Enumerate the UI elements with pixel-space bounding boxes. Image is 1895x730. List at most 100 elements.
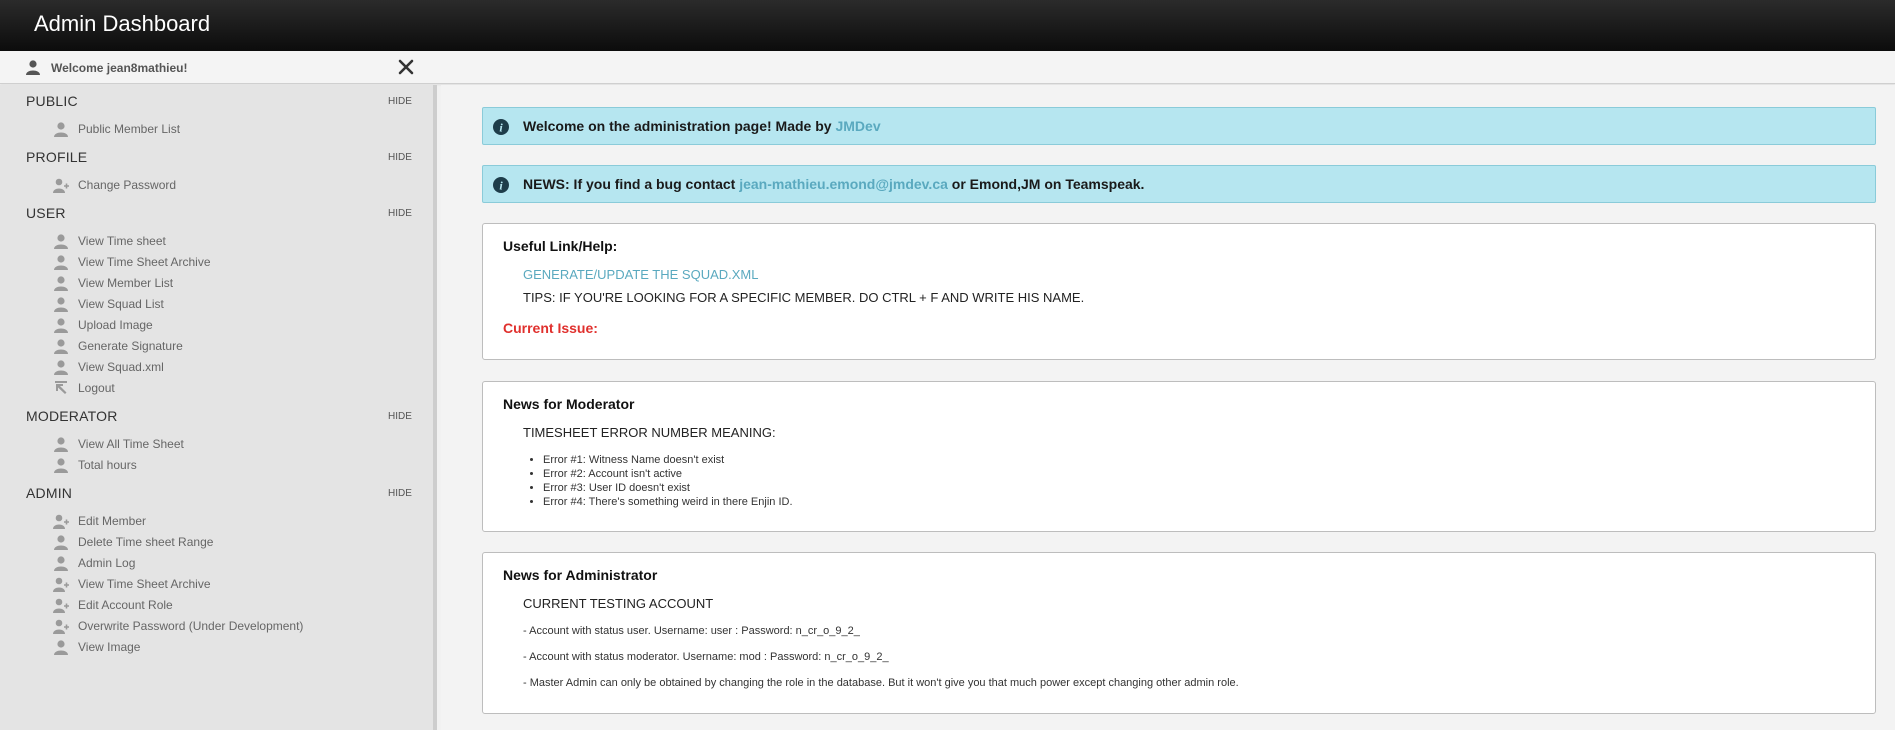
section-public-title: PUBLIC — [26, 93, 78, 109]
user-icon — [26, 60, 40, 75]
user-icon — [54, 458, 68, 473]
sidebar-item-label: View Image — [78, 640, 141, 654]
sidebar-item-label: Delete Time sheet Range — [78, 535, 214, 549]
sidebar-item-admin-log[interactable]: Admin Log — [53, 554, 135, 572]
section-admin-title: ADMIN — [26, 485, 73, 501]
testing-account-subtitle: CURRENT TESTING ACCOUNT — [523, 596, 714, 611]
hide-moderator-link[interactable]: HIDE — [388, 411, 412, 422]
error-item: Error #2: Account isn't active — [543, 467, 793, 481]
close-sidebar-icon[interactable] — [395, 56, 417, 78]
error-list: Error #1: Witness Name doesn't exist Err… — [543, 453, 793, 509]
sidebar-item-label: View Member List — [78, 276, 174, 290]
hide-user-link[interactable]: HIDE — [388, 208, 412, 219]
sidebar-item-label: View Squad List — [78, 297, 164, 311]
user-edit-icon — [53, 514, 69, 529]
user-icon — [54, 318, 68, 333]
sidebar-item-view-squad-list[interactable]: View Squad List — [53, 295, 164, 313]
sidebar-item-view-all-time-sheet[interactable]: View All Time Sheet — [53, 435, 184, 453]
sidebar-item-change-password[interactable]: Change Password — [53, 176, 176, 194]
administrator-news-card: News for Administrator CURRENT TESTING A… — [482, 552, 1876, 714]
user-bar: Welcome jean8mathieu! — [0, 51, 1895, 84]
welcome-alert: i Welcome on the administration page! Ma… — [482, 107, 1876, 145]
timesheet-error-subtitle: TIMESHEET ERROR NUMBER MEANING: — [523, 425, 776, 440]
news-alert-suffix: or Emond,JM on Teamspeak. — [947, 176, 1145, 192]
user-icon — [54, 437, 68, 452]
sidebar-item-label: Public Member List — [78, 122, 181, 136]
sidebar-item-label: View Time Sheet Archive — [78, 577, 211, 591]
sidebar-item-edit-account-role[interactable]: Edit Account Role — [53, 596, 173, 614]
testing-account-line: - Account with status moderator. Usernam… — [523, 651, 889, 663]
testing-account-line: - Account with status user. Username: us… — [523, 625, 860, 637]
sidebar-item-view-image[interactable]: View Image — [53, 638, 140, 656]
app-title: Admin Dashboard — [34, 11, 211, 36]
section-user-title: USER — [26, 205, 66, 221]
sidebar-item-label: Upload Image — [78, 318, 153, 332]
news-alert: i NEWS: If you find a bug contact jean-m… — [482, 165, 1876, 203]
sidebar-item-label: Overwrite Password (Under Development) — [78, 619, 304, 633]
error-item: Error #3: User ID doesn't exist — [543, 481, 793, 495]
user-icon — [54, 339, 68, 354]
jmdev-link[interactable]: JMDev — [835, 118, 880, 134]
welcome-alert-message: Welcome on the administration page! Made… — [523, 118, 836, 134]
sidebar-item-label: View Squad.xml — [78, 360, 164, 374]
info-icon: i — [493, 177, 509, 193]
contact-email-link[interactable]: jean-mathieu.emond@jmdev.ca — [739, 176, 948, 192]
user-icon — [54, 556, 68, 571]
sidebar-item-overwrite-password[interactable]: Overwrite Password (Under Development) — [53, 617, 303, 635]
sidebar-item-generate-signature[interactable]: Generate Signature — [53, 337, 183, 355]
sidebar-item-label: Total hours — [78, 458, 137, 472]
user-icon — [54, 234, 68, 249]
current-issue-label: Current Issue: — [503, 320, 598, 336]
administrator-card-title: News for Administrator — [503, 567, 658, 583]
sidebar-item-admin-time-sheet-archive[interactable]: View Time Sheet Archive — [53, 575, 211, 593]
hide-admin-link[interactable]: HIDE — [388, 488, 412, 499]
error-item: Error #4: There's something weird in the… — [543, 495, 793, 509]
sidebar-item-total-hours[interactable]: Total hours — [53, 456, 137, 474]
sidebar-item-view-squad-xml[interactable]: View Squad.xml — [53, 358, 164, 376]
user-edit-icon — [53, 577, 69, 592]
generate-squad-xml-link[interactable]: GENERATE/UPDATE THE SQUAD.XML — [523, 267, 759, 282]
welcome-text: Welcome jean8mathieu! — [51, 61, 188, 75]
hide-public-link[interactable]: HIDE — [388, 96, 412, 107]
error-item: Error #1: Witness Name doesn't exist — [543, 453, 793, 467]
user-icon — [54, 360, 68, 375]
user-icon — [54, 297, 68, 312]
hide-profile-link[interactable]: HIDE — [388, 152, 412, 163]
sidebar-item-view-member-list[interactable]: View Member List — [53, 274, 173, 292]
top-bar: Admin Dashboard — [0, 0, 1895, 51]
useful-links-card: Useful Link/Help: GENERATE/UPDATE THE SQ… — [482, 223, 1876, 360]
moderator-card-title: News for Moderator — [503, 396, 635, 412]
sidebar-item-label: Change Password — [78, 178, 177, 192]
sidebar-item-label: Generate Signature — [78, 339, 183, 353]
user-icon — [54, 535, 68, 550]
user-edit-icon — [53, 619, 69, 634]
sidebar-item-label: View Time Sheet Archive — [78, 255, 211, 269]
sidebar: PUBLIC HIDE Public Member List PROFILE H… — [0, 85, 437, 730]
sidebar-item-label: View All Time Sheet — [78, 437, 184, 451]
user-icon — [54, 640, 68, 655]
user-icon — [54, 255, 68, 270]
sidebar-item-logout[interactable]: Logout — [53, 379, 115, 397]
sidebar-item-label: Edit Account Role — [78, 598, 173, 612]
user-icon — [54, 122, 68, 137]
section-profile-title: PROFILE — [26, 149, 88, 165]
useful-card-title: Useful Link/Help: — [503, 238, 618, 254]
news-alert-text: NEWS: If you find a bug contact jean-mat… — [523, 176, 1144, 192]
sidebar-item-upload-image[interactable]: Upload Image — [53, 316, 153, 334]
sidebar-item-label: Admin Log — [78, 556, 136, 570]
sidebar-item-public-member-list[interactable]: Public Member List — [53, 120, 180, 138]
moderator-news-card: News for Moderator TIMESHEET ERROR NUMBE… — [482, 381, 1876, 532]
sidebar-item-label: Logout — [78, 381, 115, 395]
tips-text: TIPS: IF YOU'RE LOOKING FOR A SPECIFIC M… — [523, 290, 1085, 305]
info-icon: i — [493, 119, 509, 135]
welcome-alert-text: Welcome on the administration page! Made… — [523, 118, 881, 134]
sidebar-item-label: Edit Member — [78, 514, 147, 528]
sidebar-item-view-time-sheet-archive[interactable]: View Time Sheet Archive — [53, 253, 211, 271]
user-icon — [54, 276, 68, 291]
sidebar-item-delete-time-sheet-range[interactable]: Delete Time sheet Range — [53, 533, 213, 551]
sidebar-item-view-time-sheet[interactable]: View Time sheet — [53, 232, 166, 250]
news-alert-prefix: NEWS: If you find a bug contact — [523, 176, 740, 192]
user-edit-icon — [53, 178, 69, 193]
sidebar-item-edit-member[interactable]: Edit Member — [53, 512, 146, 530]
sidebar-item-label: View Time sheet — [78, 234, 166, 248]
